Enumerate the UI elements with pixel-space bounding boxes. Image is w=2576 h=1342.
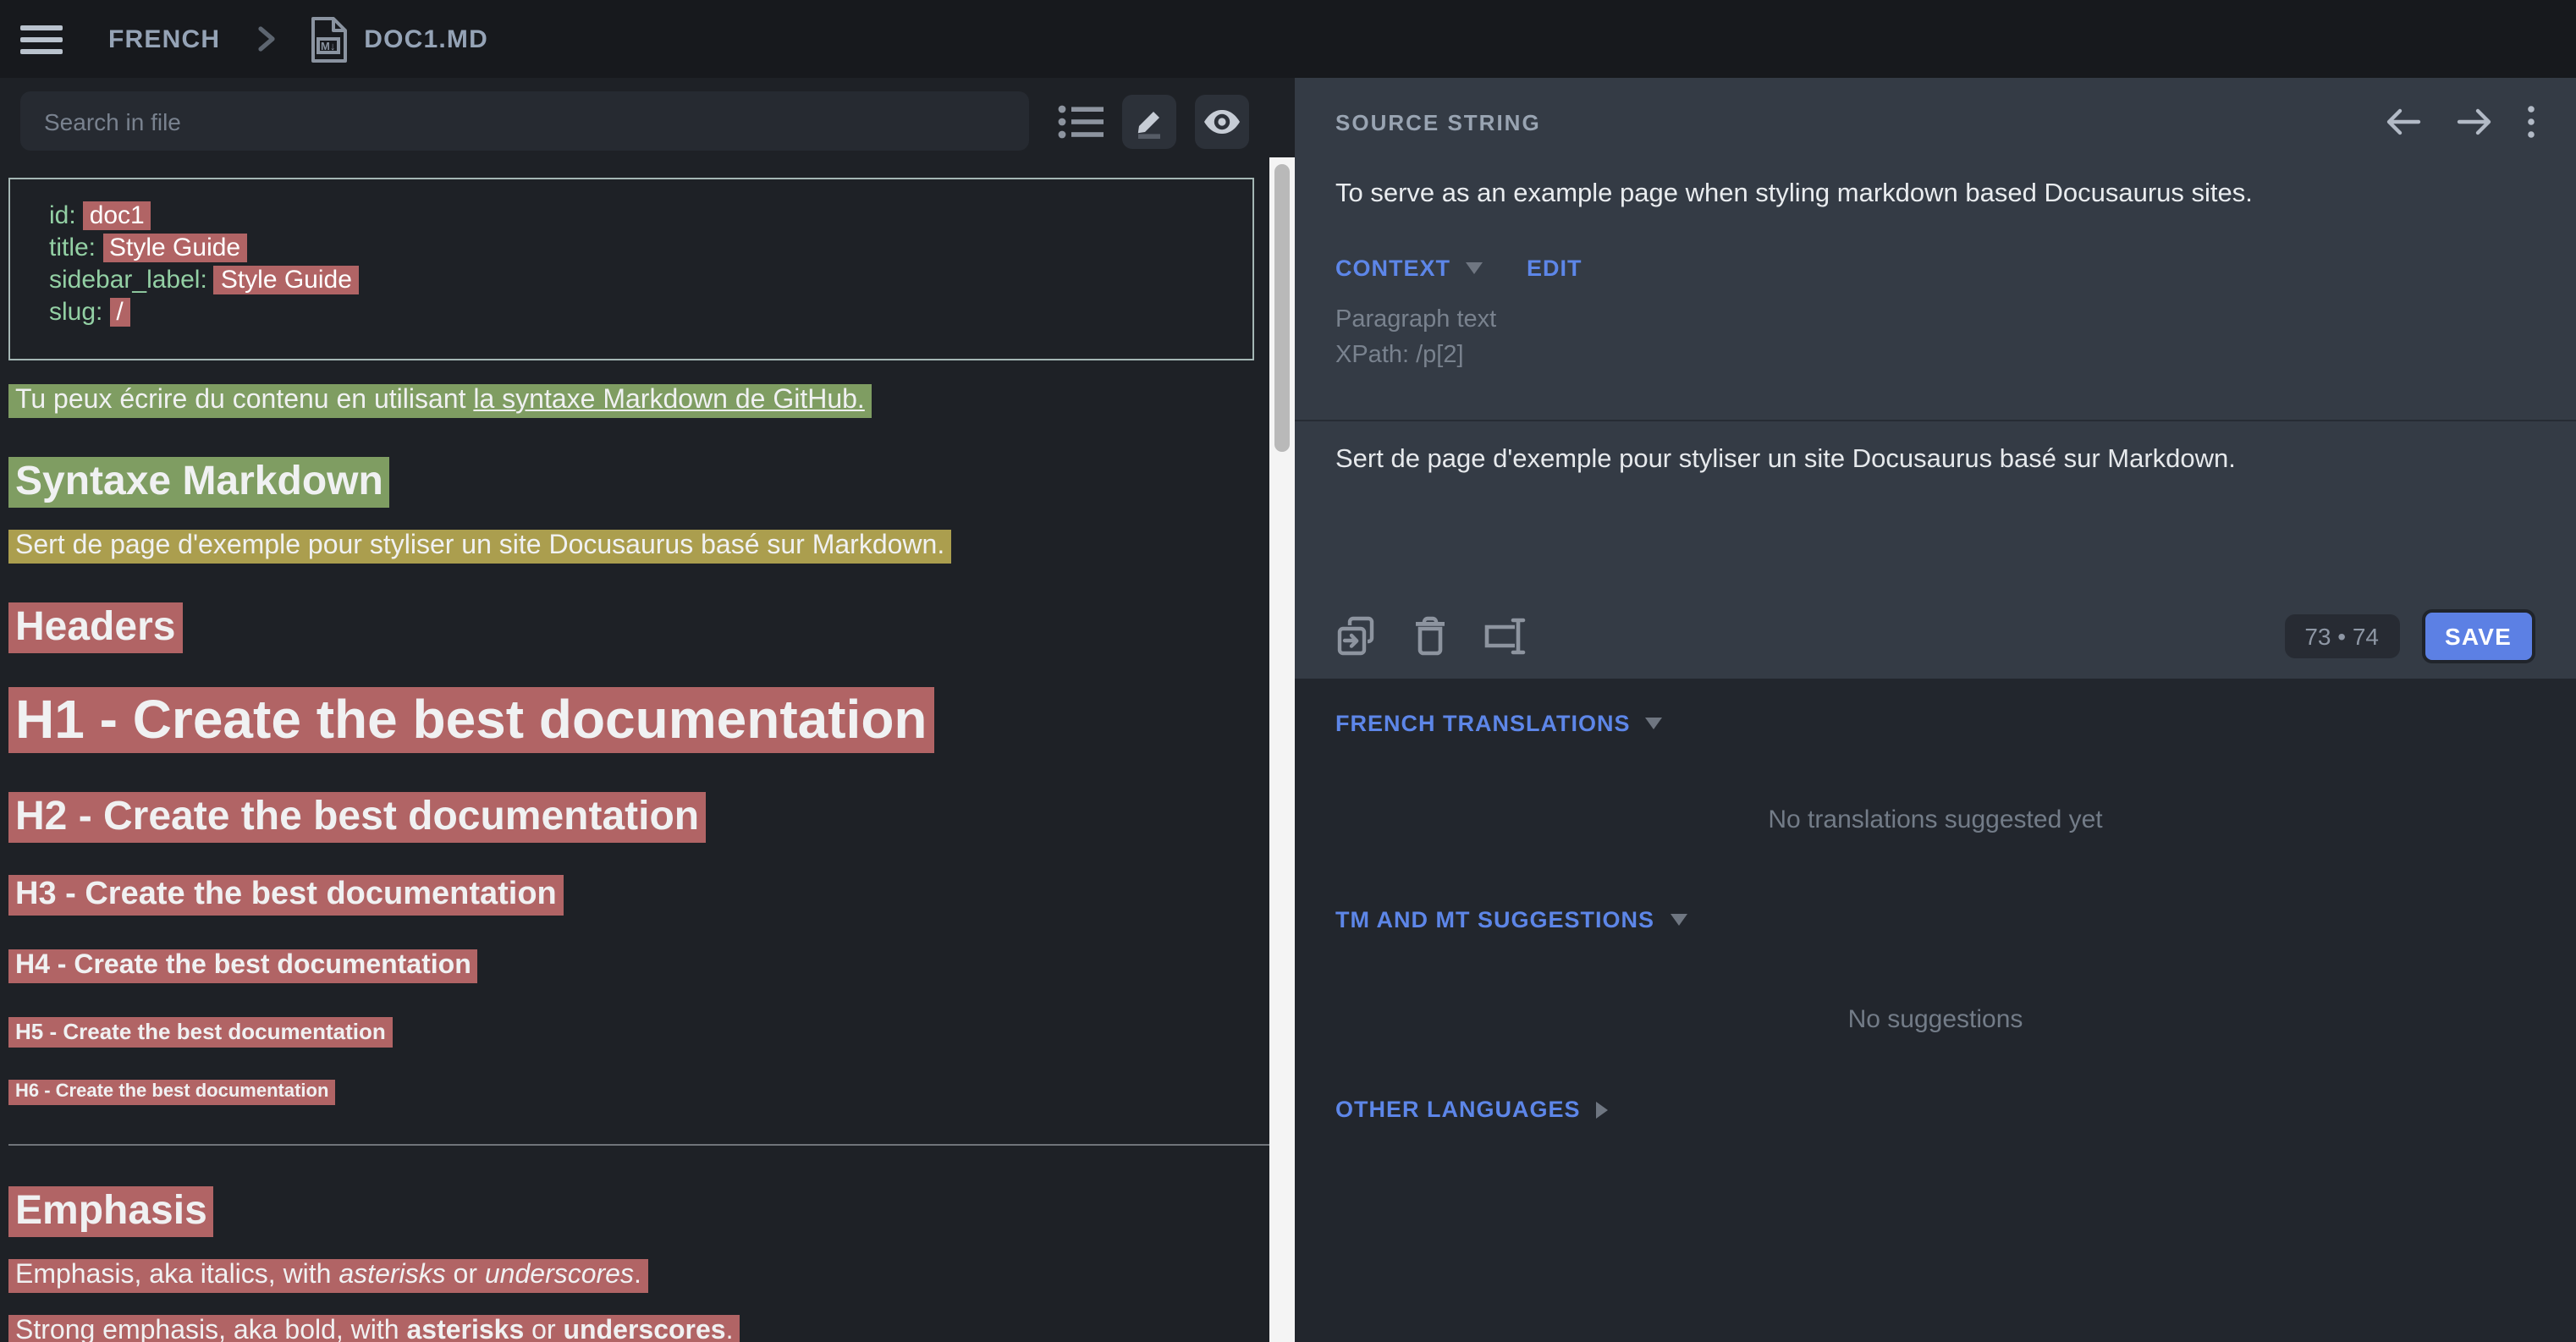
string-paragraph-selected: Sert de page d'exemple pour styliser un … — [8, 531, 1288, 562]
untranslated-string[interactable]: H1 - Create the best documentation — [8, 687, 934, 753]
string-heading-h3: H3 - Create the best documentation — [8, 877, 1288, 914]
string-list-view-button[interactable] — [1058, 102, 1104, 140]
string-heading-translated: Syntaxe Markdown — [8, 459, 1288, 506]
chevron-right-icon — [257, 25, 276, 52]
inline-link[interactable]: la syntaxe Markdown de GitHub. — [473, 386, 864, 415]
chevron-down-icon — [1646, 718, 1663, 729]
source-string-header: SOURCE STRING — [1335, 78, 2535, 139]
string-heading-h2: H2 - Create the best documentation — [8, 794, 1288, 841]
frontmatter-row: slug:/ — [49, 296, 1229, 328]
svg-text:M↓: M↓ — [321, 39, 335, 52]
string-heading-h1: H1 - Create the best documentation — [8, 689, 1288, 751]
untranslated-string[interactable]: H3 - Create the best documentation — [8, 875, 564, 916]
selected-string[interactable]: Sert de page d'exemple pour styliser un … — [8, 530, 951, 564]
frontmatter-row: title:Style Guide — [49, 232, 1229, 264]
untranslated-string[interactable]: Headers — [8, 602, 182, 653]
menu-icon[interactable] — [20, 25, 63, 53]
translation-toolbar: 73 • 74 SAVE — [1335, 609, 2535, 663]
frontmatter-key: id: — [49, 201, 76, 230]
frontmatter-value-string[interactable]: doc1 — [83, 201, 151, 230]
suggestions-empty-state: No suggestions — [1335, 1005, 2535, 1034]
previous-string-button[interactable] — [2385, 107, 2422, 137]
string-paragraph-translated: Tu peux écrire du contenu en utilisant l… — [8, 386, 1288, 416]
more-options-button[interactable] — [2527, 105, 2535, 139]
preview-mode-button[interactable] — [1195, 94, 1249, 148]
edit-context-link[interactable]: EDIT — [1527, 256, 1582, 281]
preview-toolbar — [0, 78, 1295, 151]
untranslated-string[interactable]: Emphasis, aka italics, with asterisks or… — [8, 1259, 648, 1293]
translation-panel: SOURCE STRING — [1295, 78, 2576, 1342]
frontmatter-key: slug: — [49, 298, 102, 327]
string-heading: Emphasis — [8, 1188, 1288, 1235]
context-xpath: XPath: /p[2] — [1335, 338, 2535, 374]
breadcrumb-project[interactable]: FRENCH — [108, 25, 220, 53]
context-details: Paragraph text XPath: /p[2] — [1335, 303, 2535, 374]
breadcrumb-file[interactable]: DOC1.MD — [364, 25, 488, 53]
untranslated-string[interactable]: Emphasis — [8, 1186, 214, 1237]
untranslated-string[interactable]: H6 - Create the best documentation — [8, 1080, 335, 1105]
string-heading: Headers — [8, 604, 1288, 652]
string-paragraph: Strong emphasis, aka bold, with asterisk… — [8, 1317, 1288, 1342]
string-editor: SOURCE STRING — [1295, 78, 2576, 679]
text-cursor-icon — [1481, 616, 1528, 657]
chevron-right-icon — [1596, 1101, 1608, 1118]
character-counter: 73 • 74 — [2284, 614, 2399, 658]
trash-icon — [1413, 616, 1447, 657]
string-heading-h4: H4 - Create the best documentation — [8, 951, 1288, 982]
string-heading-h5: H5 - Create the best documentation — [8, 1019, 1288, 1044]
arrow-left-icon — [2385, 107, 2422, 137]
translated-string[interactable]: Syntaxe Markdown — [8, 457, 390, 508]
untranslated-string[interactable]: H5 - Create the best documentation — [8, 1017, 393, 1048]
markdown-file-icon: M↓ — [310, 14, 349, 63]
frontmatter-row: sidebar_label:Style Guide — [49, 264, 1229, 296]
frontmatter-row: id: doc1 — [49, 200, 1229, 232]
context-type: Paragraph text — [1335, 303, 2535, 338]
preview-scrollbar[interactable] — [1269, 157, 1295, 1342]
context-row: CONTEXT EDIT — [1335, 256, 2535, 281]
pencil-icon — [1132, 104, 1166, 138]
chevron-down-icon — [1670, 914, 1687, 926]
section-other-languages[interactable]: OTHER LANGUAGES — [1335, 1097, 2535, 1122]
file-preview-panel: id:doc1 title:Style Guide sidebar_label:… — [0, 78, 1295, 1342]
section-french-translations[interactable]: FRENCH TRANSLATIONS — [1335, 711, 2535, 736]
document-preview: id:doc1 title:Style Guide sidebar_label:… — [0, 178, 1295, 1342]
translations-empty-state: No translations suggested yet — [1335, 806, 2535, 834]
select-text-button[interactable] — [1481, 616, 1528, 657]
copy-source-icon — [1335, 614, 1379, 658]
kebab-menu-icon — [2527, 105, 2535, 139]
context-toggle[interactable]: CONTEXT — [1335, 256, 1450, 281]
copy-source-button[interactable] — [1335, 614, 1379, 658]
arrow-right-icon — [2456, 107, 2493, 137]
frontmatter-value-string[interactable]: Style Guide — [214, 266, 359, 294]
frontmatter-box: id:doc1 title:Style Guide sidebar_label:… — [8, 178, 1254, 360]
main-split: id:doc1 title:Style Guide sidebar_label:… — [0, 78, 2576, 1342]
untranslated-string[interactable]: Strong emphasis, aka bold, with asterisk… — [8, 1315, 740, 1342]
frontmatter-key: sidebar_label: — [49, 266, 207, 294]
frontmatter-value-string[interactable]: Style Guide — [102, 234, 247, 262]
save-button[interactable]: SAVE — [2421, 609, 2535, 663]
untranslated-string[interactable]: H2 - Create the best documentation — [8, 792, 706, 843]
list-icon — [1058, 102, 1104, 140]
clear-translation-button[interactable] — [1413, 616, 1447, 657]
section-tm-mt-suggestions[interactable]: TM AND MT SUGGESTIONS — [1335, 907, 2535, 932]
scrollbar-thumb[interactable] — [1274, 164, 1290, 452]
frontmatter-value-string[interactable]: / — [109, 298, 129, 327]
string-paragraph: Emphasis, aka italics, with asterisks or… — [8, 1261, 1288, 1291]
chevron-down-icon — [1466, 262, 1483, 274]
horizontal-rule — [8, 1144, 1290, 1146]
search-input[interactable] — [20, 91, 1029, 151]
translated-string[interactable]: Tu peux écrire du contenu en utilisant l… — [8, 384, 872, 418]
next-string-button[interactable] — [2456, 107, 2493, 137]
suggestions-area: FRENCH TRANSLATIONS No translations sugg… — [1295, 679, 2576, 1342]
top-bar: FRENCH M↓ DOC1.MD — [0, 0, 2576, 78]
edit-mode-button[interactable] — [1122, 94, 1176, 148]
untranslated-string[interactable]: H4 - Create the best documentation — [8, 949, 478, 983]
string-heading-h6: H6 - Create the best documentation — [8, 1081, 1288, 1102]
app-window: FRENCH M↓ DOC1.MD — [0, 0, 2576, 1342]
editor-divider — [1295, 420, 2576, 421]
source-string-title: SOURCE STRING — [1335, 109, 1541, 135]
source-string-text: To serve as an example page when styling… — [1335, 179, 2535, 210]
eye-icon — [1202, 107, 1242, 135]
frontmatter-key: title: — [49, 234, 96, 262]
